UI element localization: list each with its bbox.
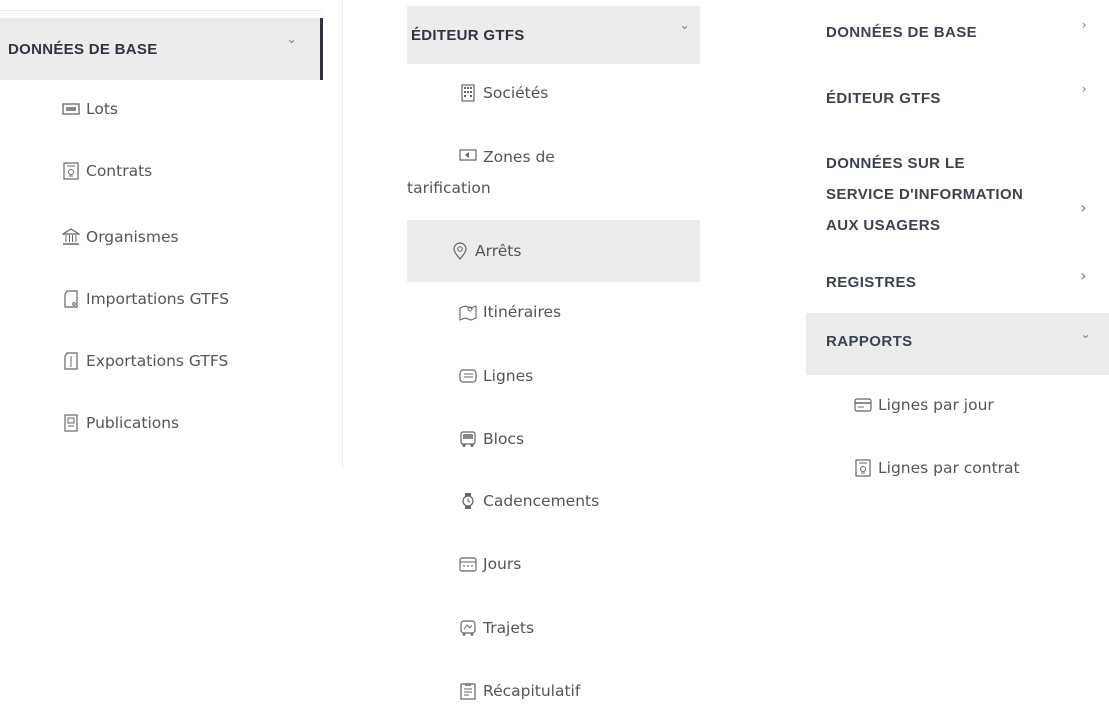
chevron-right-icon: › <box>1081 18 1087 32</box>
import-icon <box>62 290 80 308</box>
chevron-right-icon: › <box>1080 266 1087 285</box>
menu-item-exportations-gtfs[interactable]: Exportations GTFS <box>62 352 228 370</box>
menu-item-lignes-par-jour[interactable]: Lignes par jour <box>854 396 994 414</box>
menu-item-zones-de-tarification[interactable]: Zones de tarification <box>407 142 627 204</box>
publication-icon <box>62 414 80 432</box>
menu-item-label: Lots <box>86 100 118 118</box>
menu-editeur-gtfs[interactable]: ÉDITEUR GTFS ⌄ <box>407 6 700 64</box>
trip-icon <box>459 619 477 637</box>
panel-donnees-de-base: DONNÉES DE BASE ⌄ Lots Contrats Organism… <box>0 0 343 469</box>
menu-editeur-gtfs[interactable]: ÉDITEUR GTFS › <box>806 82 1109 107</box>
menu-donnees-de-base[interactable]: DONNÉES DE BASE › <box>806 18 1109 41</box>
menu-label-line: AUX USAGERS <box>826 217 941 234</box>
menu-item-label: Publications <box>86 414 180 432</box>
menu-item-label: Lignes par contrat <box>878 459 1020 477</box>
menu-registres[interactable]: REGISTRES › <box>806 266 1109 291</box>
menu-label-line: DONNÉES SUR LE <box>826 155 965 172</box>
menu-item-label: Trajets <box>483 619 535 637</box>
menu-item-organismes[interactable]: Organismes <box>62 228 179 246</box>
menu-item-lots[interactable]: Lots <box>62 100 118 118</box>
building-icon <box>459 84 477 102</box>
contract-icon <box>854 459 872 477</box>
menu-label: ÉDITEUR GTFS <box>411 26 525 44</box>
menu-donnees-de-base[interactable]: DONNÉES DE BASE ⌄ <box>0 18 323 80</box>
menu-item-lignes[interactable]: Lignes <box>459 367 533 385</box>
chevron-down-icon: ⌄ <box>1080 327 1091 341</box>
fare-zone-icon <box>459 146 477 164</box>
chevron-right-icon: › <box>1081 82 1087 96</box>
menu-donnees-service-information-usagers[interactable]: DONNÉES SUR LE SERVICE D'INFORMATION AUX… <box>806 148 1109 241</box>
menu-item-recapitulatif[interactable]: Récapitulatif <box>459 682 580 700</box>
menu-item-label: Blocs <box>483 430 525 448</box>
route-map-icon <box>459 303 477 321</box>
export-icon <box>62 352 80 370</box>
menu-item-itineraires[interactable]: Itinéraires <box>459 303 561 321</box>
menu-label-line: SERVICE D'INFORMATION <box>826 186 1024 203</box>
menu-item-label: Jours <box>483 555 522 573</box>
summary-icon <box>459 682 477 700</box>
menu-label: DONNÉES DE BASE <box>826 24 978 41</box>
menu-item-label: Exportations GTFS <box>86 352 229 370</box>
chevron-right-icon: › <box>1080 198 1087 217</box>
menu-item-label: Itinéraires <box>483 303 562 321</box>
watch-icon <box>459 492 477 510</box>
panel-editeur-gtfs: ÉDITEUR GTFS ⌄ Sociétés Zones de tarific… <box>407 0 700 704</box>
menu-label: REGISTRES <box>826 274 917 291</box>
report-card-icon <box>854 396 872 414</box>
menu-label: DONNÉES DE BASE <box>8 40 158 58</box>
menu-item-label: Zones de tarification <box>407 148 555 197</box>
chevron-down-icon: ⌄ <box>286 32 297 46</box>
menu-item-label: Lignes <box>483 367 534 385</box>
panel-menu-collapsed: DONNÉES DE BASE › ÉDITEUR GTFS › DONNÉES… <box>806 0 1109 500</box>
menu-item-cadencements[interactable]: Cadencements <box>459 492 599 510</box>
menu-item-label: Lignes par jour <box>878 396 994 414</box>
menu-item-label: Récapitulatif <box>483 682 581 700</box>
contract-icon <box>62 162 80 180</box>
menu-item-label: Contrats <box>86 162 153 180</box>
chevron-down-icon: ⌄ <box>679 18 690 32</box>
menu-item-societes[interactable]: Sociétés <box>459 84 548 102</box>
divider <box>0 10 322 11</box>
menu-item-blocs[interactable]: Blocs <box>459 430 524 448</box>
menu-item-trajets[interactable]: Trajets <box>459 619 534 637</box>
menu-item-lignes-par-contrat[interactable]: Lignes par contrat <box>854 459 1020 477</box>
map-pin-icon <box>451 242 469 260</box>
menu-item-label: Organismes <box>86 228 179 246</box>
menu-rapports[interactable]: RAPPORTS ⌄ <box>806 313 1109 375</box>
lots-icon <box>62 100 80 118</box>
menu-item-publications[interactable]: Publications <box>62 414 179 432</box>
menu-item-label: Importations GTFS <box>86 290 230 308</box>
menu-label: RAPPORTS <box>826 333 913 350</box>
menu-label: ÉDITEUR GTFS <box>826 90 941 107</box>
calendar-icon <box>459 555 477 573</box>
menu-item-label: Sociétés <box>483 84 549 102</box>
menu-item-contrats[interactable]: Contrats <box>62 162 152 180</box>
menu-item-arrets[interactable]: Arrêts <box>407 220 700 282</box>
organization-icon <box>62 228 80 246</box>
bus-icon <box>459 430 477 448</box>
menu-item-label: Arrêts <box>475 242 522 260</box>
active-indicator <box>320 18 323 80</box>
menu-item-label: Cadencements <box>483 492 600 510</box>
menu-item-importations-gtfs[interactable]: Importations GTFS <box>62 290 229 308</box>
lines-icon <box>459 367 477 385</box>
menu-item-jours[interactable]: Jours <box>459 555 521 573</box>
